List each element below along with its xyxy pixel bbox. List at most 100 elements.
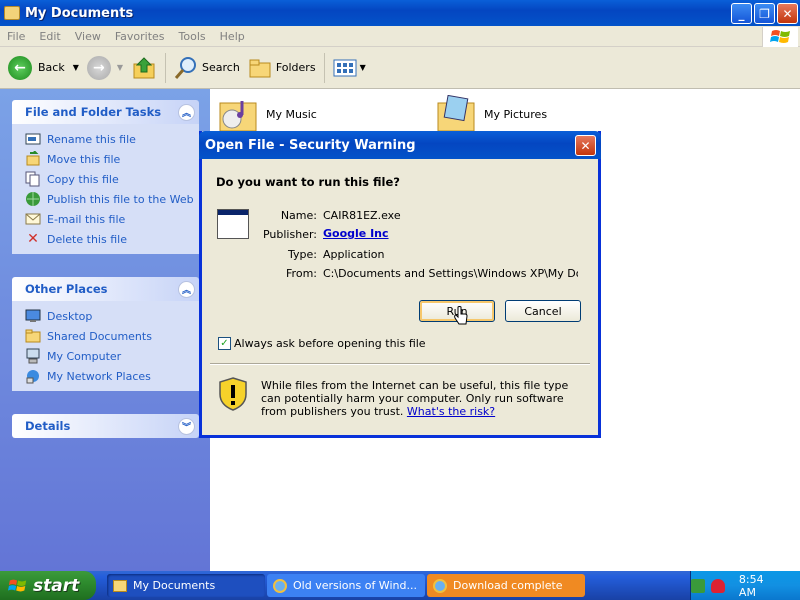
menu-edit[interactable]: Edit [32,30,67,43]
other-places-header[interactable]: Other Places ︽ [12,277,199,301]
forward-arrow-icon: → [86,55,111,80]
minimize-button[interactable]: _ [731,3,752,24]
folder-icon [113,579,127,592]
desktop-icon [25,308,41,324]
taskbar-item-label: My Documents [133,579,216,592]
dialog-title: Open File - Security Warning [205,137,416,153]
toolbar: ← Back ▼ → ▼ Search Folders ▼ [0,47,800,89]
publisher-link[interactable]: Google Inc [323,227,389,240]
menu-tools[interactable]: Tools [172,30,213,43]
delete-x-icon: ✕ [27,231,39,247]
place-label: My Computer [47,349,122,363]
folders-icon [249,59,271,77]
task-label: Rename this file [47,132,136,146]
dialog-close-button[interactable]: ✕ [575,135,596,156]
dropdown-arrow-icon[interactable]: ▼ [73,63,79,72]
pictures-folder-icon [437,95,475,132]
menu-file[interactable]: File [0,30,32,43]
place-label: Desktop [47,309,93,323]
task-label: Copy this file [47,172,119,186]
collapse-chevron-icon[interactable]: ︽ [178,103,195,121]
always-ask-checkbox[interactable]: ✓ [218,337,231,350]
details-header[interactable]: Details ︾ [12,414,199,438]
shared-folder-icon [25,328,41,344]
shield-warning-icon [219,377,247,411]
start-button[interactable]: start [0,571,96,600]
task-label: Delete this file [47,232,127,246]
publisher-label: Publisher: [262,228,317,241]
type-label: Type: [288,248,317,261]
taskbar-old-versions[interactable]: Old versions of Wind... [267,574,425,597]
system-tray: 8:54 AM [690,571,800,600]
place-shared-documents[interactable]: Shared Documents [25,326,199,346]
toolbar-separator [323,52,325,83]
network-tray-icon[interactable] [691,578,705,593]
task-label: Move this file [47,152,121,166]
dropdown-arrow-icon[interactable]: ▼ [117,63,123,72]
task-label: E-mail this file [47,212,126,226]
window-title: My Documents [25,5,134,21]
close-button[interactable]: ✕ [777,3,798,24]
folders-label: Folders [275,61,316,74]
folders-button[interactable]: Folders [244,51,320,85]
up-folder-button[interactable] [127,51,161,85]
task-copy-file[interactable]: Copy this file [25,169,199,189]
menu-help[interactable]: Help [213,30,252,43]
always-ask-checkbox-row[interactable]: ✓ Always ask before opening this file [218,337,426,350]
folder-my-music[interactable]: My Music [216,95,317,133]
back-arrow-icon: ← [8,55,32,80]
up-folder-icon [133,56,155,78]
back-button[interactable]: ← Back ▼ [4,51,83,85]
place-desktop[interactable]: Desktop [25,306,199,326]
other-places-panel: Other Places ︽ Desktop Shared Documents … [12,277,199,391]
internet-explorer-icon [273,578,287,593]
cancel-button-label: Cancel [524,304,562,318]
menu-favorites[interactable]: Favorites [108,30,172,43]
panel-title: File and Folder Tasks [25,105,162,119]
dialog-question: Do you want to run this file? [216,175,400,189]
details-panel: Details ︾ [12,414,199,438]
globe-icon [25,191,41,207]
whats-the-risk-link[interactable]: What's the risk? [407,405,495,418]
folder-label: My Pictures [484,107,548,121]
search-label: Search [202,61,240,74]
taskbar-my-documents[interactable]: My Documents [107,574,265,597]
place-my-network[interactable]: My Network Places [25,366,199,386]
expand-chevron-icon[interactable]: ︾ [178,417,195,435]
name-label: Name: [280,209,317,222]
task-move-file[interactable]: Move this file [25,149,199,169]
security-shield-icon[interactable] [710,578,725,593]
start-label: start [33,575,80,596]
taskbar-download-complete[interactable]: Download complete [427,574,585,597]
from-label: From: [286,267,317,280]
task-label: Publish this file to the Web [47,192,194,206]
dropdown-arrow-icon[interactable]: ▼ [360,63,366,72]
place-my-computer[interactable]: My Computer [25,346,199,366]
forward-button[interactable]: → ▼ [83,51,127,85]
task-delete-file[interactable]: ✕ Delete this file [25,229,199,249]
clock: 8:54 AM [738,572,764,599]
panel-title: Other Places [25,282,108,296]
views-button[interactable]: ▼ [329,51,370,85]
task-rename-file[interactable]: Rename this file [25,129,199,149]
folder-icon [4,6,20,20]
file-name-value: CAIR81EZ.exe [323,209,401,222]
maximize-button[interactable]: ❐ [754,3,775,24]
email-icon [25,211,41,227]
cancel-button[interactable]: Cancel [505,300,581,322]
back-label: Back [38,61,65,74]
search-button[interactable]: Search [170,51,244,85]
taskbar-item-label: Download complete [453,579,563,592]
windows-flag-icon [8,579,27,591]
folder-label: My Music [266,107,317,121]
internet-explorer-icon [433,578,447,593]
task-email-file[interactable]: E-mail this file [25,209,199,229]
file-folder-tasks-header[interactable]: File and Folder Tasks ︽ [12,100,199,124]
network-icon [25,368,41,384]
always-ask-label: Always ask before opening this file [234,337,426,350]
folder-my-pictures[interactable]: My Pictures [434,95,547,133]
warning-text: While files from the Internet can be use… [261,379,581,418]
task-publish-web[interactable]: Publish this file to the Web [25,189,199,209]
menu-view[interactable]: View [68,30,108,43]
collapse-chevron-icon[interactable]: ︽ [178,280,195,298]
